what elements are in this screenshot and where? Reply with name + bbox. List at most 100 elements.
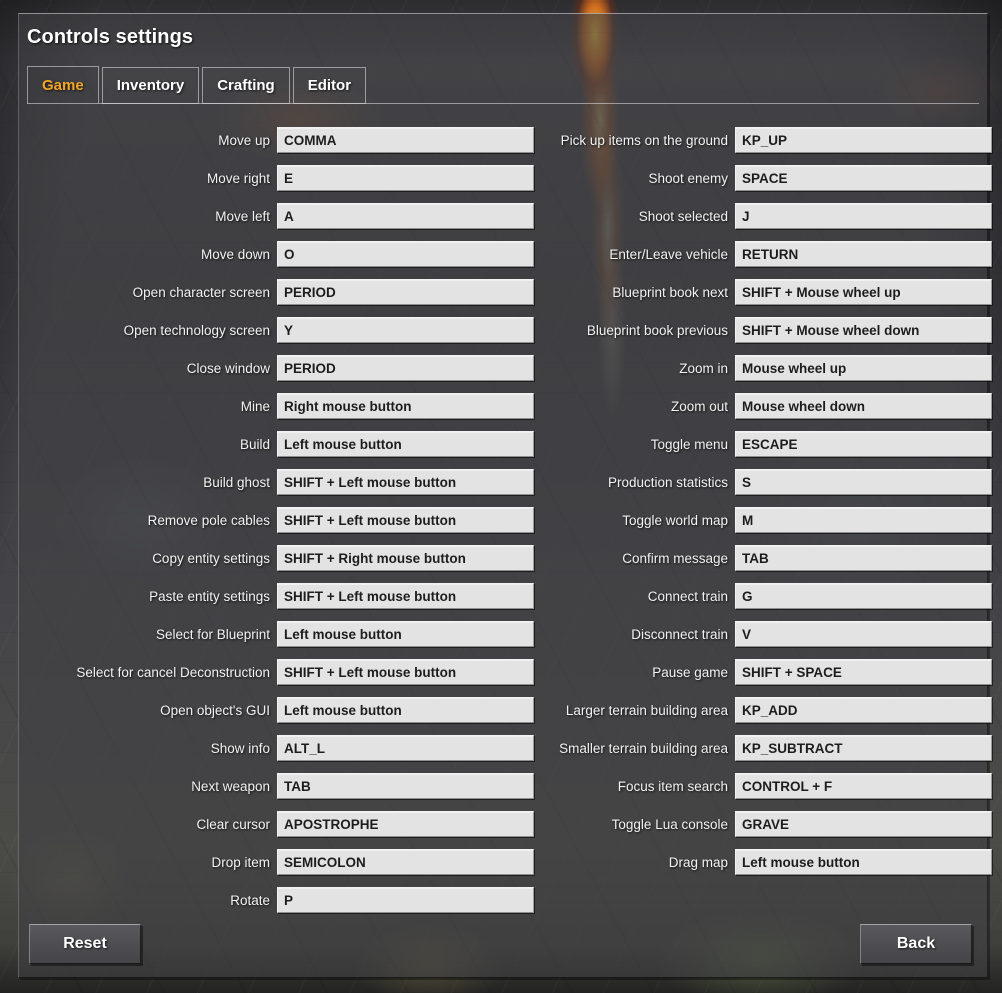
control-binding-input[interactable]: TAB xyxy=(277,773,534,799)
control-binding-label: Confirm message xyxy=(622,550,728,566)
control-binding-row: Open object's GUI Left mouse button xyxy=(24,691,534,729)
control-binding-label: Connect train xyxy=(647,588,728,604)
control-binding-row: Drag map Left mouse button xyxy=(516,843,992,881)
tab-bar-divider xyxy=(27,103,979,104)
control-binding-input[interactable]: KP_UP xyxy=(735,127,992,153)
controls-list: Move up COMMA Move right E Move left A Move do… xyxy=(19,121,992,913)
control-binding-row: Rotate P xyxy=(24,881,534,919)
control-binding-label: Copy entity settings xyxy=(152,550,270,566)
control-binding-input[interactable]: Left mouse button xyxy=(735,849,992,875)
tab-inventory[interactable]: Inventory xyxy=(101,67,200,104)
control-binding-input[interactable]: RETURN xyxy=(735,241,992,267)
control-binding-row: Shoot enemy SPACE xyxy=(516,159,992,197)
control-binding-row: Mine Right mouse button xyxy=(24,387,534,425)
control-binding-input[interactable]: COMMA xyxy=(277,127,534,153)
control-binding-input[interactable]: ALT_L xyxy=(277,735,534,761)
tab-bar: Game Inventory Crafting Editor xyxy=(27,66,369,104)
control-binding-row: Move left A xyxy=(24,197,534,235)
control-binding-input[interactable]: SHIFT + SPACE xyxy=(735,659,992,685)
control-binding-input[interactable]: Mouse wheel up xyxy=(735,355,992,381)
control-binding-row: Move up COMMA xyxy=(24,121,534,159)
control-binding-label: Remove pole cables xyxy=(147,512,270,528)
control-binding-label: Larger terrain building area xyxy=(565,702,728,718)
control-binding-label: Next weapon xyxy=(191,778,270,794)
control-binding-input[interactable]: Right mouse button xyxy=(277,393,534,419)
tab-editor[interactable]: Editor xyxy=(292,67,367,104)
control-binding-input[interactable]: KP_SUBTRACT xyxy=(735,735,992,761)
tab-crafting[interactable]: Crafting xyxy=(202,67,290,104)
tab-game[interactable]: Game xyxy=(27,66,99,104)
control-binding-row: Clear cursor APOSTROPHE xyxy=(24,805,534,843)
control-binding-row: Disconnect train V xyxy=(516,615,992,653)
control-binding-input[interactable]: Left mouse button xyxy=(277,431,534,457)
control-binding-row: Smaller terrain building area KP_SUBTRACT xyxy=(516,729,992,767)
control-binding-label: Toggle world map xyxy=(622,512,728,528)
control-binding-input[interactable]: PERIOD xyxy=(277,355,534,381)
control-binding-input[interactable]: J xyxy=(735,203,992,229)
control-binding-input[interactable]: Left mouse button xyxy=(277,621,534,647)
control-binding-row: Connect train G xyxy=(516,577,992,615)
control-binding-row: Blueprint book previous SHIFT + Mouse whe… xyxy=(516,311,992,349)
controls-settings-dialog: Controls settings Game Inventory Crafting E… xyxy=(18,13,992,978)
control-binding-input[interactable]: Mouse wheel down xyxy=(735,393,992,419)
tab-label: Inventory xyxy=(116,77,185,94)
control-binding-row: Close window PERIOD xyxy=(24,349,534,387)
control-binding-input[interactable]: SPACE xyxy=(735,165,992,191)
control-binding-input[interactable]: SHIFT + Left mouse button xyxy=(277,507,534,533)
back-button[interactable]: Back xyxy=(860,924,972,964)
control-binding-input[interactable]: SHIFT + Left mouse button xyxy=(277,469,534,495)
control-binding-input[interactable]: S xyxy=(735,469,992,495)
control-binding-input[interactable]: Left mouse button xyxy=(277,697,534,723)
control-binding-input[interactable]: SHIFT + Right mouse button xyxy=(277,545,534,571)
control-binding-row: Zoom out Mouse wheel down xyxy=(516,387,992,425)
control-binding-input[interactable]: GRAVE xyxy=(735,811,992,837)
control-binding-label: Select for Blueprint xyxy=(155,626,270,642)
control-binding-row: Toggle world map M xyxy=(516,501,992,539)
control-binding-input[interactable]: PERIOD xyxy=(277,279,534,305)
control-binding-input[interactable]: A xyxy=(277,203,534,229)
control-binding-input[interactable]: CONTROL + F xyxy=(735,773,992,799)
control-binding-input[interactable]: M xyxy=(735,507,992,533)
control-binding-label: Blueprint book next xyxy=(612,284,728,300)
control-binding-row: Open character screen PERIOD xyxy=(24,273,534,311)
control-binding-label: Move up xyxy=(218,132,270,148)
control-binding-label: Close window xyxy=(186,360,270,376)
control-binding-input[interactable]: SEMICOLON xyxy=(277,849,534,875)
control-binding-input[interactable]: Y xyxy=(277,317,534,343)
control-binding-row: Move right E xyxy=(24,159,534,197)
control-binding-label: Open character screen xyxy=(132,284,270,300)
control-binding-label: Production statistics xyxy=(607,474,728,490)
control-binding-label: Open object's GUI xyxy=(160,702,270,718)
control-binding-label: Mine xyxy=(240,398,270,414)
control-binding-input[interactable]: SHIFT + Mouse wheel down xyxy=(735,317,992,343)
control-binding-input[interactable]: O xyxy=(277,241,534,267)
control-binding-input[interactable]: SHIFT + Left mouse button xyxy=(277,583,534,609)
control-binding-input[interactable]: G xyxy=(735,583,992,609)
control-binding-input[interactable]: TAB xyxy=(735,545,992,571)
page-title: Controls settings xyxy=(27,26,194,48)
control-binding-label: Zoom out xyxy=(670,398,728,414)
control-binding-row: Select for cancel Deconstruction SHIFT + … xyxy=(24,653,534,691)
control-binding-row: Pause game SHIFT + SPACE xyxy=(516,653,992,691)
control-binding-input[interactable]: V xyxy=(735,621,992,647)
control-binding-row: Production statistics S xyxy=(516,463,992,501)
control-binding-input[interactable]: ESCAPE xyxy=(735,431,992,457)
control-binding-input[interactable]: APOSTROPHE xyxy=(277,811,534,837)
control-binding-label: Toggle menu xyxy=(650,436,728,452)
tab-label: Game xyxy=(42,76,84,94)
control-binding-row: Toggle menu ESCAPE xyxy=(516,425,992,463)
control-binding-input[interactable]: E xyxy=(277,165,534,191)
control-binding-input[interactable]: P xyxy=(277,887,534,913)
control-binding-row: Pick up items on the ground KP_UP xyxy=(516,121,992,159)
tab-label: Crafting xyxy=(217,77,275,94)
control-binding-input[interactable]: KP_ADD xyxy=(735,697,992,723)
control-binding-label: Clear cursor xyxy=(196,816,270,832)
reset-button[interactable]: Reset xyxy=(29,924,141,964)
control-binding-input[interactable]: SHIFT + Left mouse button xyxy=(277,659,534,685)
control-binding-label: Enter/Leave vehicle xyxy=(609,246,728,262)
control-binding-row: Remove pole cables SHIFT + Left mouse but… xyxy=(24,501,534,539)
control-binding-label: Move left xyxy=(215,208,270,224)
control-binding-row: Paste entity settings SHIFT + Left mouse … xyxy=(24,577,534,615)
control-binding-row: Shoot selected J xyxy=(516,197,992,235)
control-binding-input[interactable]: SHIFT + Mouse wheel up xyxy=(735,279,992,305)
